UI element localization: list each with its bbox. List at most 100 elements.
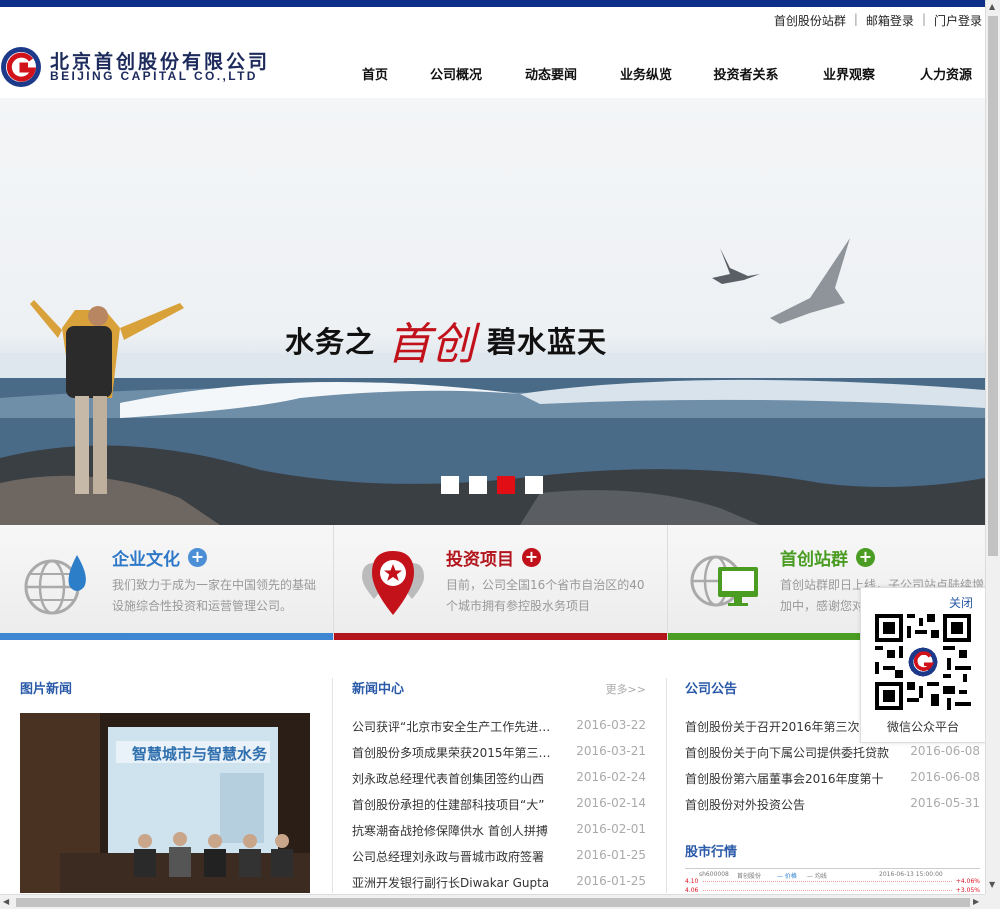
- slide-dot-1[interactable]: [441, 476, 459, 494]
- slide-indicators: [441, 476, 543, 494]
- legend-average-text: 均线: [814, 873, 827, 880]
- feature-projects[interactable]: 投资项目 + 目前，公司全国16个省市自治区的40个城市拥有参控股水务项目: [334, 525, 668, 640]
- feature-color-bar: [334, 633, 667, 640]
- slide-dot-4[interactable]: [525, 476, 543, 494]
- news-item[interactable]: 抗寒潮奋战抢修保障供水 首创人拼搏 2016-02-01: [352, 822, 646, 848]
- news-date: 2016-03-21: [576, 744, 646, 758]
- news-title[interactable]: 首创股份多项成果荣获2015年第三十届: [352, 744, 562, 770]
- logo-mark-icon: [1, 47, 41, 87]
- announcement-date: 2016-06-08: [910, 744, 980, 758]
- plus-circle-icon[interactable]: +: [522, 548, 541, 567]
- link-separator: |: [921, 12, 926, 26]
- news-item[interactable]: 公司获评“北京市安全生产工作先进单位” 2016-03-22: [352, 718, 646, 744]
- slide-dot-3[interactable]: [497, 476, 515, 494]
- news-date: 2016-02-24: [576, 770, 646, 784]
- news-title[interactable]: 公司获评“北京市安全生产工作先进单位”: [352, 718, 562, 744]
- news-date: 2016-03-22: [576, 718, 646, 732]
- column-divider: [666, 678, 667, 893]
- scroll-down-icon[interactable]: ▼: [989, 880, 995, 889]
- plus-circle-icon[interactable]: +: [188, 548, 207, 567]
- nav-item-home[interactable]: 首页: [340, 64, 410, 83]
- news-item[interactable]: 刘永政总经理代表首创集团签约山西 2016-02-24: [352, 770, 646, 796]
- horizontal-scroll-thumb[interactable]: [16, 898, 970, 907]
- feature-culture[interactable]: 企业文化 + 我们致力于成为一家在中国领先的基础设施综合性投资和运营管理公司。: [0, 525, 334, 640]
- content-area: 图片新闻 智慧城市与智慧水务 新闻中心 更多>> 公司获评“北京市安全生产工作先…: [0, 662, 985, 894]
- column-divider: [332, 678, 333, 893]
- photo-news-column: 图片新闻 智慧城市与智慧水务: [20, 678, 312, 898]
- feature-title[interactable]: 企业文化 +: [112, 545, 207, 570]
- slide-dot-2[interactable]: [469, 476, 487, 494]
- link-separator: |: [853, 12, 858, 26]
- feature-title[interactable]: 投资项目 +: [446, 545, 541, 570]
- scroll-right-icon[interactable]: ▶: [973, 897, 979, 906]
- vertical-scrollbar[interactable]: ▲ ▼: [985, 0, 1000, 894]
- news-title[interactable]: 抗寒潮奋战抢修保障供水 首创人拼搏: [352, 822, 562, 848]
- portal-login-link[interactable]: 门户登录: [934, 12, 982, 29]
- news-title[interactable]: 公司总经理刘永政与晋城市政府签署: [352, 848, 562, 874]
- announcement-title[interactable]: 首创股份第六届董事会2016年度第十: [685, 770, 895, 796]
- photo-news-heading[interactable]: 图片新闻: [20, 678, 312, 697]
- slogan-part-1: 水务之: [285, 325, 376, 359]
- feature-title-text: 投资项目: [446, 550, 514, 570]
- nav-item-overview[interactable]: 公司概况: [410, 64, 502, 83]
- slogan-part-2: 碧水蓝天: [487, 325, 608, 359]
- nav-item-business[interactable]: 业务纵览: [600, 64, 692, 83]
- announcement-date: 2016-05-31: [910, 796, 980, 810]
- announcement-item[interactable]: 首创股份第六届董事会2016年度第十 2016-06-08: [685, 770, 980, 796]
- scroll-up-icon[interactable]: ▲: [989, 2, 995, 11]
- horizontal-scrollbar[interactable]: ◀ ▶: [0, 894, 985, 909]
- nav-item-investors[interactable]: 投资者关系: [692, 64, 800, 83]
- main-nav: 首页 公司概况 动态要闻 业务纵览 投资者关系 业界观察 人力资源: [340, 64, 994, 83]
- logo-english-name: BEIJING CAPITAL CO.,LTD: [50, 69, 258, 83]
- scroll-left-icon[interactable]: ◀: [3, 897, 9, 906]
- announcement-title[interactable]: 首创股份关于向下属公司提供委托贷款: [685, 744, 895, 770]
- globe-monitor-icon: [690, 555, 758, 607]
- map-pin-star-icon: [362, 551, 424, 615]
- news-item[interactable]: 公司总经理刘永政与晋城市政府签署 2016-01-25: [352, 848, 646, 874]
- feature-title-text: 企业文化: [112, 550, 180, 570]
- site-group-link[interactable]: 首创股份站群: [774, 12, 846, 29]
- announcement-date: 2016-06-08: [910, 770, 980, 784]
- announcement-title[interactable]: 首创股份对外投资公告: [685, 796, 895, 822]
- banner-slogan: 水务之 首创 碧水蓝天: [285, 308, 607, 372]
- hero-banner[interactable]: 水务之 首创 碧水蓝天: [0, 98, 985, 525]
- nav-item-industry[interactable]: 业界观察: [800, 64, 898, 83]
- photo-news-image[interactable]: 智慧城市与智慧水务: [20, 713, 310, 893]
- stock-timestamp: 2016-06-13 15:00:00: [879, 871, 943, 878]
- announcement-item[interactable]: 首创股份对外投资公告 2016-05-31: [685, 796, 980, 822]
- news-list: 公司获评“北京市安全生产工作先进单位” 2016-03-22 首创股份多项成果荣获…: [352, 718, 646, 900]
- stock-name: 首创股份: [737, 873, 762, 880]
- stock-code: sh600008: [699, 871, 729, 878]
- vertical-scroll-thumb[interactable]: [988, 16, 998, 556]
- news-title[interactable]: 首创股份承担的住建部科技项目“大”: [352, 796, 562, 822]
- legend-price-text: 价格: [784, 873, 797, 880]
- price-tick: 4.10: [685, 878, 699, 885]
- slogan-brand: 首创: [387, 319, 476, 370]
- seagull-icons: [712, 238, 850, 324]
- mail-login-link[interactable]: 邮箱登录: [866, 12, 914, 29]
- news-item[interactable]: 首创股份承担的住建部科技项目“大” 2016-02-14: [352, 796, 646, 822]
- chart-gridline: [703, 890, 952, 891]
- announcement-item[interactable]: 首创股份关于向下属公司提供委托贷款 2016-06-08: [685, 744, 980, 770]
- company-logo[interactable]: 北京首创股份有限公司 BEIJING CAPITAL CO.,LTD: [0, 44, 280, 92]
- news-center-heading[interactable]: 新闻中心: [352, 678, 646, 697]
- feature-title[interactable]: 首创站群 +: [780, 545, 875, 570]
- plus-circle-icon[interactable]: +: [856, 548, 875, 567]
- news-title[interactable]: 刘永政总经理代表首创集团签约山西: [352, 770, 562, 796]
- qr-close-button[interactable]: 关闭: [949, 594, 973, 611]
- stock-heading[interactable]: 股市行情: [685, 841, 737, 860]
- news-date: 2016-02-14: [576, 796, 646, 810]
- browser-viewport: 首创股份站群 | 邮箱登录 | 门户登录 北京首创股份有限公司 BEIJING …: [0, 0, 1000, 909]
- percent-tick: +3.05%: [955, 887, 980, 894]
- chart-gridline: [703, 881, 952, 882]
- feature-title-text: 首创站群: [780, 550, 848, 570]
- nav-item-hr[interactable]: 人力资源: [898, 64, 994, 83]
- top-links: 首创股份站群 | 邮箱登录 | 门户登录: [774, 12, 982, 29]
- qr-caption: 微信公众平台: [886, 720, 959, 734]
- scrollbar-corner: [985, 894, 1000, 909]
- more-news-link[interactable]: 更多>>: [606, 681, 646, 697]
- top-color-bar: [0, 0, 1000, 7]
- news-item[interactable]: 首创股份多项成果荣获2015年第三十届 2016-03-21: [352, 744, 646, 770]
- nav-item-news[interactable]: 动态要闻: [502, 64, 600, 83]
- globe-water-drop-icon: [24, 555, 86, 615]
